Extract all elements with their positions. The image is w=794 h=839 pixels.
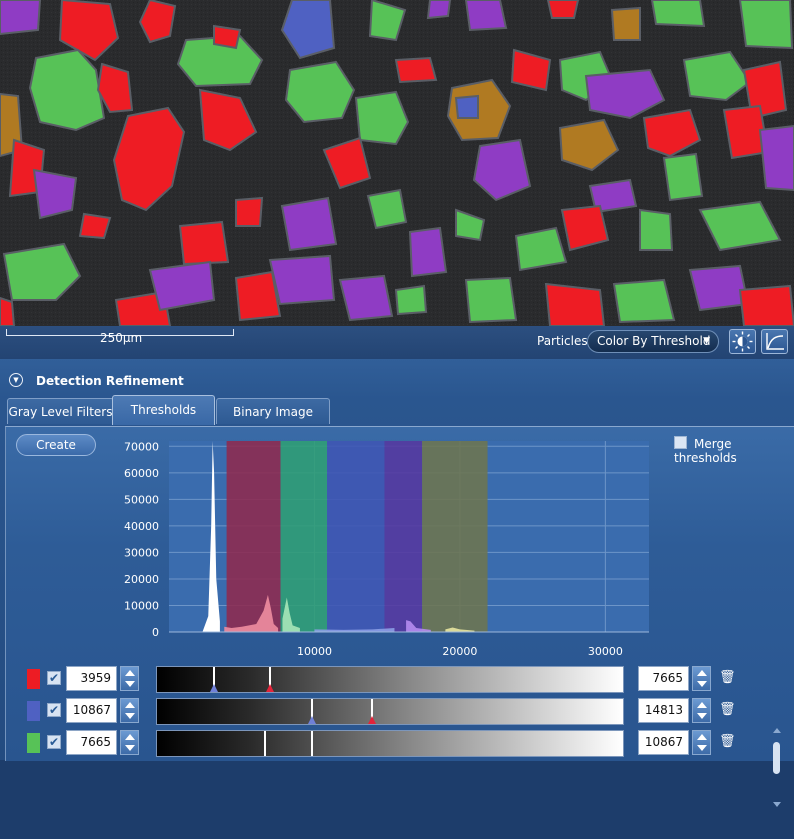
spin-down-icon[interactable]	[125, 681, 135, 687]
y-tick-label: 0	[152, 626, 159, 639]
tab-gray-level-filters[interactable]: Gray Level Filters	[7, 398, 114, 424]
threshold-high-input[interactable]: 14813	[638, 698, 689, 723]
spin-up-icon[interactable]	[697, 734, 707, 740]
range-high-marker[interactable]	[310, 731, 313, 756]
threshold-low-input[interactable]: 3959	[66, 666, 117, 691]
scroll-down-icon[interactable]	[773, 802, 781, 807]
collapse-arrow-icon[interactable]: ▼	[9, 373, 23, 387]
checkmark-icon: ✔	[48, 735, 60, 749]
threshold-range-slider[interactable]	[156, 666, 624, 693]
threshold-range-slider[interactable]	[156, 730, 624, 757]
marker-triangle-icon	[265, 684, 274, 692]
x-tick-label: 10000	[297, 645, 332, 658]
spin-up-icon[interactable]	[697, 702, 707, 708]
threshold-band	[384, 441, 423, 632]
threshold-band	[422, 441, 488, 632]
spin-down-icon[interactable]	[697, 745, 707, 751]
scrollbar-thumb[interactable]	[773, 742, 780, 774]
scrollbar[interactable]	[768, 725, 788, 835]
spin-up-icon[interactable]	[125, 702, 135, 708]
section-title: Detection Refinement	[36, 374, 184, 388]
particle-image-view[interactable]	[0, 0, 794, 326]
y-tick-label: 10000	[124, 599, 159, 612]
threshold-high-spinner[interactable]	[692, 666, 711, 691]
threshold-high-input[interactable]: 7665	[638, 666, 689, 691]
brightness-icon	[732, 331, 753, 352]
spin-down-icon[interactable]	[697, 681, 707, 687]
particles-color-dropdown[interactable]: Color By Threshold ▼	[587, 330, 719, 353]
curve-icon	[766, 333, 784, 350]
trash-icon[interactable]: 🗑	[719, 702, 736, 717]
y-tick-label: 30000	[124, 546, 159, 559]
threshold-color-swatch[interactable]	[27, 669, 40, 689]
marker-triangle-icon	[307, 716, 316, 724]
threshold-row-3: ✔ 7665 10867 🗑	[6, 729, 794, 759]
particles-color-value: Color By Threshold	[597, 334, 711, 348]
spin-down-icon[interactable]	[125, 713, 135, 719]
threshold-low-spinner[interactable]	[120, 730, 139, 755]
y-tick-label: 70000	[124, 440, 159, 453]
threshold-band	[226, 441, 281, 632]
range-low-marker[interactable]	[264, 731, 267, 756]
spin-up-icon[interactable]	[125, 670, 135, 676]
threshold-row-2: ✔ 10867 14813 🗑	[6, 697, 794, 727]
threshold-high-spinner[interactable]	[692, 730, 711, 755]
trash-icon[interactable]: 🗑	[719, 734, 736, 749]
threshold-low-input[interactable]: 10867	[66, 698, 117, 723]
chevron-down-icon: ▼	[703, 336, 710, 346]
thresholds-tab-content: Create Merge thresholds 0 10000 20000 30000…	[5, 426, 794, 807]
threshold-color-swatch[interactable]	[27, 733, 40, 753]
x-tick-label: 20000	[442, 645, 477, 658]
particles-label: Particles:	[537, 334, 592, 348]
trash-icon[interactable]: 🗑	[719, 670, 736, 685]
scroll-up-icon[interactable]	[773, 728, 781, 733]
tab-thresholds[interactable]: Thresholds	[112, 395, 215, 425]
spin-down-icon[interactable]	[697, 713, 707, 719]
viewer-toolbar: 250µm Particles: Color By Threshold ▼	[0, 326, 794, 359]
y-tick-label: 60000	[124, 467, 159, 480]
tab-binary-image-filters[interactable]: Binary Image Filters	[216, 398, 330, 445]
y-tick-label: 20000	[124, 573, 159, 586]
threshold-range-slider[interactable]	[156, 698, 624, 725]
particle-image	[0, 0, 794, 326]
threshold-high-spinner[interactable]	[692, 698, 711, 723]
brightness-button[interactable]	[729, 329, 756, 354]
y-tick-label: 40000	[124, 520, 159, 533]
threshold-low-spinner[interactable]	[120, 666, 139, 691]
threshold-band	[327, 441, 385, 632]
scale-bar-label: 250µm	[100, 331, 143, 345]
marker-triangle-icon	[209, 684, 218, 692]
threshold-enabled-checkbox[interactable]: ✔	[47, 703, 61, 717]
spin-up-icon[interactable]	[697, 670, 707, 676]
detection-refinement-panel: ▼ Detection Refinement Gray Level Filter…	[0, 359, 794, 807]
threshold-high-input[interactable]: 10867	[638, 730, 689, 755]
spin-down-icon[interactable]	[125, 745, 135, 751]
marker-triangle-icon	[368, 716, 377, 724]
checkmark-icon: ✔	[48, 671, 60, 685]
checkmark-icon: ✔	[48, 703, 60, 717]
threshold-enabled-checkbox[interactable]: ✔	[47, 671, 61, 685]
threshold-enabled-checkbox[interactable]: ✔	[47, 735, 61, 749]
x-tick-label: 30000	[588, 645, 623, 658]
spin-up-icon[interactable]	[125, 734, 135, 740]
threshold-row-1: ✔ 3959 7665 🗑	[6, 665, 794, 695]
threshold-color-swatch[interactable]	[27, 701, 40, 721]
y-tick-label: 50000	[124, 493, 159, 506]
histogram-chart: 0 10000 20000 30000 40000 50000 60000 70000 1000…	[124, 440, 649, 658]
threshold-low-spinner[interactable]	[120, 698, 139, 723]
threshold-low-input[interactable]: 7665	[66, 730, 117, 755]
curve-button[interactable]	[761, 329, 788, 354]
